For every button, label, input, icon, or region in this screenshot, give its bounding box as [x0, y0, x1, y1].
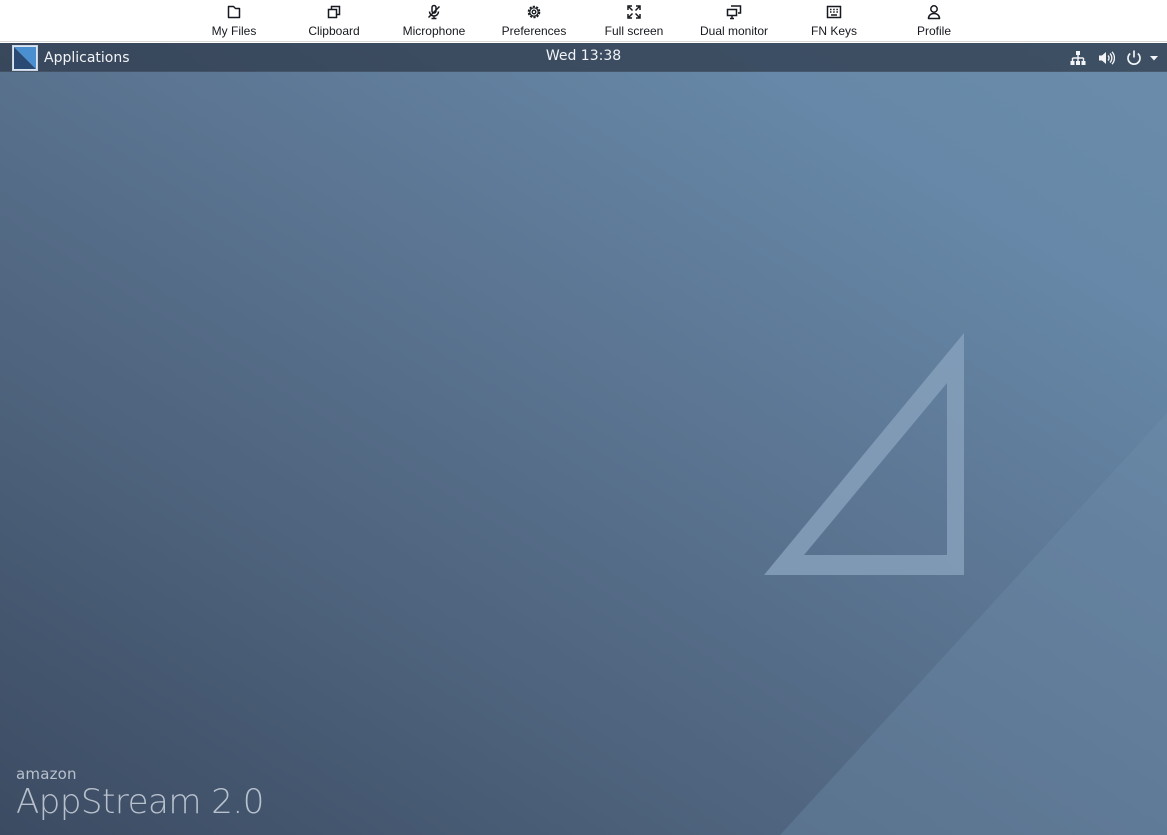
volume-icon[interactable] — [1097, 49, 1115, 67]
fn-keys-button[interactable]: FN Keys — [786, 0, 882, 42]
fullscreen-icon — [627, 5, 641, 19]
microphone-muted-icon — [427, 4, 441, 20]
system-tray — [1059, 48, 1159, 68]
folder-icon — [227, 5, 241, 19]
dual-monitor-button[interactable]: Dual monitor — [686, 0, 782, 42]
wallpaper-graphic — [764, 333, 1167, 835]
branding-product-text: AppStream 2.0 — [16, 782, 264, 822]
preferences-label: Preferences — [501, 24, 567, 38]
clipboard-label: Clipboard — [308, 24, 360, 38]
appstream-branding: amazon AppStream 2.0 — [16, 766, 264, 822]
full-screen-button[interactable]: Full screen — [586, 0, 682, 42]
dual-monitor-label: Dual monitor — [699, 24, 769, 38]
clipboard-button[interactable]: Clipboard — [286, 0, 382, 42]
gear-icon — [527, 5, 541, 19]
user-icon — [927, 5, 941, 20]
microphone-label: Microphone — [402, 24, 466, 38]
top-panel: Applications Wed 13:38 — [0, 43, 1167, 72]
my-files-label: My Files — [211, 24, 257, 38]
branding-amazon-text: amazon — [16, 765, 77, 783]
preferences-button[interactable]: Preferences — [486, 0, 582, 42]
clock-text[interactable]: Wed 13:38 — [546, 48, 621, 64]
dual-monitor-icon — [726, 5, 742, 20]
profile-button[interactable]: Profile — [886, 0, 982, 42]
clipboard-icon — [327, 5, 341, 19]
fn-keys-label: FN Keys — [810, 24, 857, 38]
microphone-button[interactable]: Microphone — [386, 0, 482, 42]
my-files-button[interactable]: My Files — [186, 0, 282, 42]
remote-desktop[interactable]: Applications Wed 13:38 amazon AppStream … — [0, 43, 1167, 835]
caret-down-icon[interactable] — [1149, 49, 1159, 67]
clock: Wed 13:38 — [0, 48, 1167, 64]
keyboard-icon — [826, 5, 842, 19]
full-screen-label: Full screen — [604, 24, 664, 38]
power-icon[interactable] — [1125, 49, 1143, 67]
appstream-toolbar: My Files Clipboard Microphone Preference… — [0, 0, 1167, 42]
network-icon[interactable] — [1069, 49, 1087, 67]
profile-label: Profile — [916, 24, 951, 38]
